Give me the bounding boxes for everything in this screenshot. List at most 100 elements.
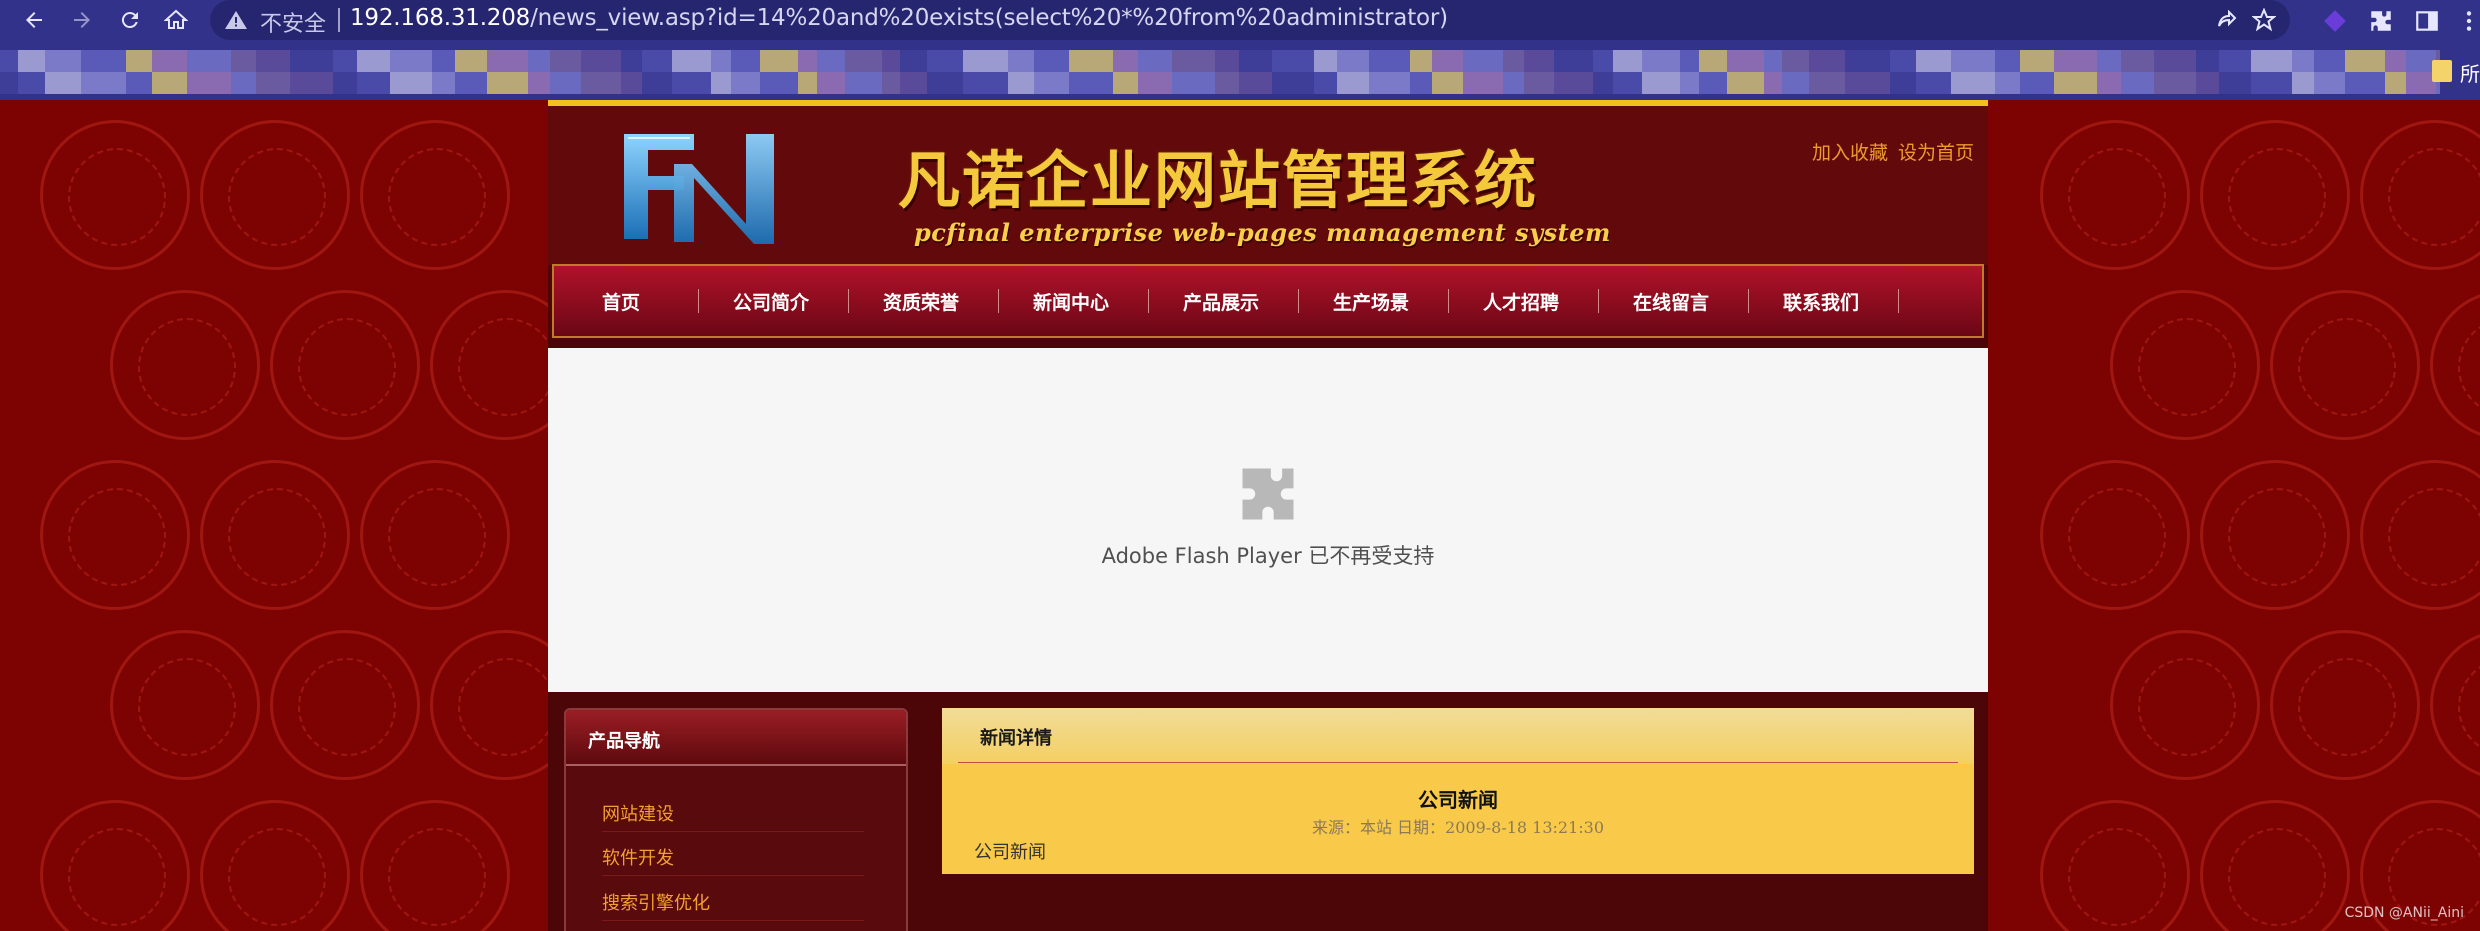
redacted-pixel xyxy=(2345,50,2385,72)
reload-button[interactable] xyxy=(110,0,150,40)
nav-item-contact[interactable]: 联系我们 xyxy=(1746,266,1896,336)
main-nav: 首页 公司简介 资质荣誉 新闻中心 产品展示 生产场景 人才招聘 在线留言 联系… xyxy=(552,264,1984,338)
background-motif xyxy=(2040,800,2190,931)
nav-item-jobs[interactable]: 人才招聘 xyxy=(1446,266,1596,336)
redacted-pixel xyxy=(927,72,963,94)
redacted-pixel xyxy=(731,72,760,94)
warning-icon xyxy=(225,11,247,29)
product-nav-item[interactable]: 软件开发 xyxy=(602,836,864,876)
redacted-pixel xyxy=(357,72,390,94)
set-homepage-link[interactable]: 设为首页 xyxy=(1898,142,1974,164)
redacted-pixel xyxy=(2292,50,2314,72)
redacted-pixel xyxy=(760,72,798,94)
browser-menu-icon[interactable] xyxy=(2456,8,2480,34)
side-panel-icon[interactable] xyxy=(2414,8,2440,34)
redacted-pixel xyxy=(1554,50,1593,72)
redacted-pixel xyxy=(256,72,290,94)
redacted-pixel xyxy=(882,50,900,72)
nav-item-honors[interactable]: 资质荣誉 xyxy=(846,266,996,336)
url-host: 192.168.31.208 xyxy=(350,5,531,31)
extensions-puzzle-icon[interactable] xyxy=(2368,8,2394,34)
extension-diamond-icon[interactable] xyxy=(2322,8,2348,34)
site-subtitle: pcfinal enterprise web-pages management … xyxy=(914,218,1611,247)
product-nav-link[interactable]: 软件开发 xyxy=(602,844,674,870)
redacted-pixel xyxy=(152,50,187,72)
background-motif xyxy=(110,630,260,780)
background-motif xyxy=(110,290,260,440)
redacted-pixel xyxy=(817,72,845,94)
redacted-pixel xyxy=(1995,72,2020,94)
omnibox-divider xyxy=(338,8,340,32)
redacted-pixel xyxy=(290,72,333,94)
browser-toolbar: 不安全 192.168.31.208/news_view.asp?id=14%2… xyxy=(0,0,2480,40)
redacted-pixel xyxy=(1215,72,1239,94)
redacted-pixel xyxy=(1727,50,1764,72)
redacted-pixel xyxy=(1113,50,1138,72)
home-button[interactable] xyxy=(156,0,196,40)
redacted-pixel xyxy=(2097,50,2121,72)
back-button[interactable] xyxy=(14,0,54,40)
redacted-pixel xyxy=(963,72,1008,94)
product-nav-item[interactable]: 网站建设 xyxy=(602,792,864,832)
product-nav-header: 产品导航 xyxy=(566,710,906,766)
redacted-pixel xyxy=(1613,72,1642,94)
nav-item-news[interactable]: 新闻中心 xyxy=(996,266,1146,336)
nav-item-products[interactable]: 产品展示 xyxy=(1146,266,1296,336)
redacted-pixel xyxy=(1916,50,1951,72)
add-favorite-link[interactable]: 加入收藏 xyxy=(1812,142,1888,164)
redacted-pixel xyxy=(1432,50,1463,72)
nav-item-guestbook[interactable]: 在线留言 xyxy=(1596,266,1746,336)
redacted-pixel xyxy=(621,50,642,72)
redacted-pixel xyxy=(2154,72,2196,94)
redacted-pixel xyxy=(357,50,390,72)
redacted-pixel xyxy=(2251,50,2292,72)
redacted-pixel xyxy=(1809,50,1845,72)
redacted-pixel xyxy=(581,50,621,72)
redacted-pixel xyxy=(1764,50,1782,72)
bookmark-star-icon[interactable] xyxy=(2252,8,2276,32)
redacted-pixel xyxy=(1239,72,1272,94)
redacted-pixel xyxy=(1890,72,1916,94)
redacted-pixel xyxy=(817,50,845,72)
redacted-pixel xyxy=(711,72,731,94)
forward-button[interactable] xyxy=(62,0,102,40)
product-nav-item[interactable]: 搜索引擎优化 xyxy=(602,881,864,921)
redacted-pixel xyxy=(2314,72,2345,94)
redacted-pixel xyxy=(1369,50,1410,72)
redacted-pixel xyxy=(2219,72,2251,94)
redacted-bookmarks xyxy=(0,50,2440,94)
background-motif xyxy=(2200,800,2350,931)
redacted-pixel xyxy=(1699,72,1727,94)
url-text[interactable]: 192.168.31.208/news_view.asp?id=14%20and… xyxy=(350,5,1448,31)
product-nav-link[interactable]: 搜索引擎优化 xyxy=(602,889,710,915)
redacted-pixel xyxy=(1782,50,1809,72)
security-label[interactable]: 不安全 xyxy=(260,6,326,38)
nav-item-production[interactable]: 生产场景 xyxy=(1296,266,1446,336)
redacted-pixel xyxy=(2196,72,2219,94)
redacted-pixel xyxy=(187,50,231,72)
redacted-pixel xyxy=(1215,50,1239,72)
share-icon[interactable] xyxy=(2215,8,2239,32)
redacted-pixel xyxy=(798,72,817,94)
background-motif xyxy=(270,290,420,440)
redacted-pixel xyxy=(927,50,963,72)
redacted-pixel xyxy=(1890,50,1916,72)
redacted-pixel xyxy=(2251,72,2292,94)
plugin-puzzle-icon xyxy=(1242,468,1294,520)
redacted-pixel xyxy=(845,50,882,72)
redacted-pixel xyxy=(672,72,711,94)
address-bar[interactable]: 不安全 192.168.31.208/news_view.asp?id=14%2… xyxy=(210,0,2290,40)
bookmark-folder-label[interactable]: 所 xyxy=(2460,58,2480,87)
nav-item-home[interactable]: 首页 xyxy=(546,266,696,336)
product-nav-link[interactable]: 网站建设 xyxy=(602,800,674,826)
background-motif xyxy=(2200,460,2350,610)
site-header: 凡诺企业网站管理系统 pcfinal enterprise web-pages … xyxy=(548,100,1988,265)
redacted-pixel xyxy=(1524,72,1554,94)
redacted-pixel xyxy=(2121,50,2154,72)
nav-item-about[interactable]: 公司简介 xyxy=(696,266,846,336)
redacted-pixel xyxy=(2054,50,2097,72)
background-motif xyxy=(40,120,190,270)
redacted-pixel xyxy=(1764,72,1782,94)
redacted-pixel xyxy=(2020,50,2054,72)
bookmark-folder-icon[interactable] xyxy=(2432,60,2452,82)
